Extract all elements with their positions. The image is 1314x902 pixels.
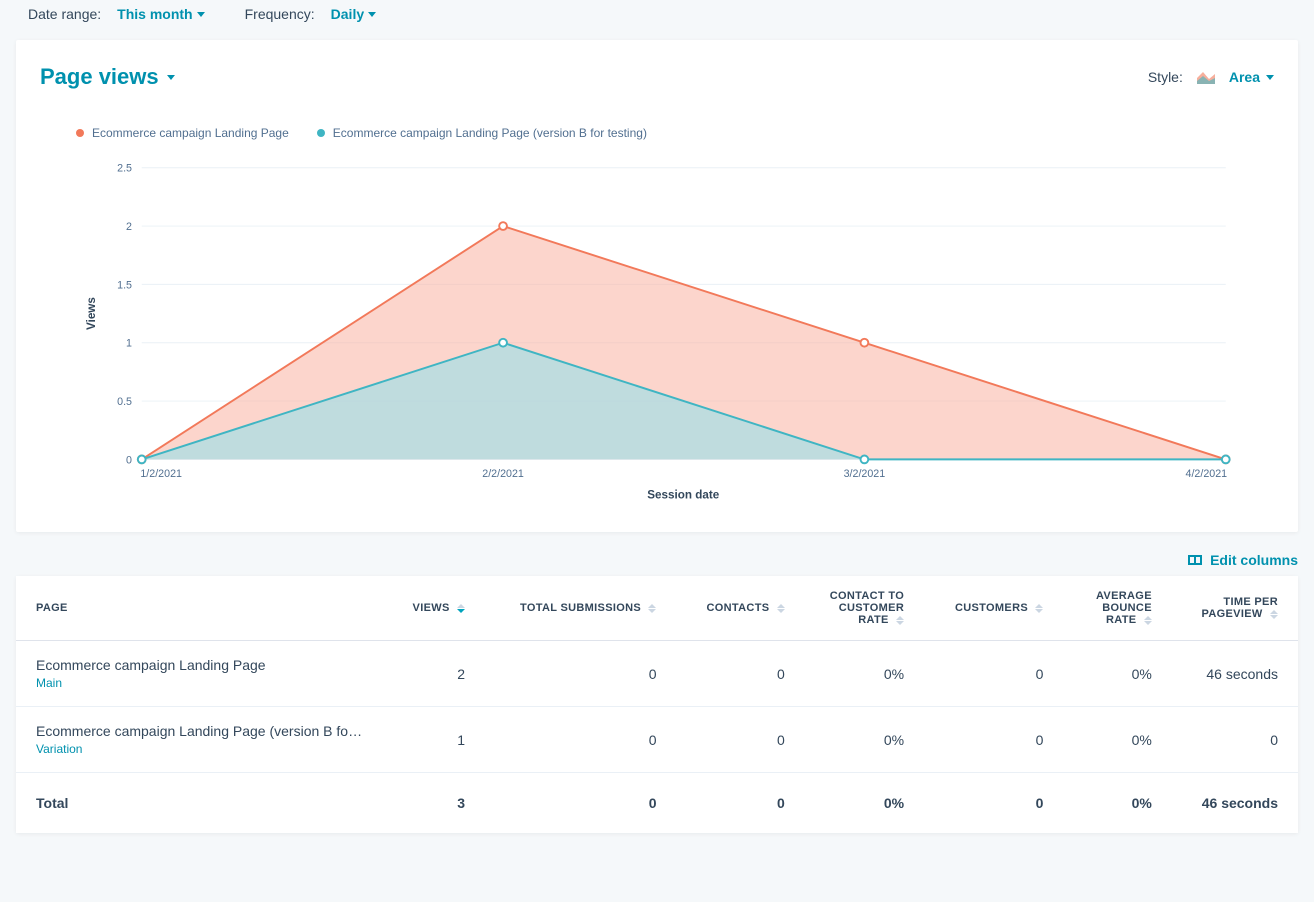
style-label: Style: [1148, 69, 1183, 85]
y-tick: 1 [126, 338, 132, 350]
style-value-text: Area [1229, 69, 1260, 85]
chevron-down-icon [167, 75, 175, 80]
chart-point[interactable] [499, 339, 507, 347]
y-tick: 2.5 [117, 163, 132, 175]
legend-dot-icon [76, 129, 84, 137]
total-time-per-pageview: 46 seconds [1172, 773, 1298, 834]
col-total-submissions[interactable]: TOTAL SUBMISSIONS [485, 576, 676, 641]
legend-label-b: Ecommerce campaign Landing Page (version… [333, 126, 647, 140]
cell-customers: 0 [924, 707, 1063, 773]
edit-columns-label: Edit columns [1210, 552, 1298, 568]
results-table: PAGE VIEWS TOTAL SUBMISSIONS CONTACTS CO… [16, 576, 1298, 833]
frequency-dropdown[interactable]: Daily [331, 6, 376, 22]
frequency-value: Daily [331, 6, 364, 22]
sort-icon [648, 604, 656, 613]
chevron-down-icon [368, 12, 376, 17]
x-tick: 4/2/2021 [1186, 468, 1228, 480]
sort-icon [1144, 616, 1152, 625]
cell-contact-to-customer-rate: 0% [805, 641, 924, 707]
sort-icon [1035, 604, 1043, 613]
cell-views: 2 [385, 641, 485, 707]
date-range-dropdown[interactable]: This month [117, 6, 204, 22]
col-contacts[interactable]: CONTACTS [676, 576, 804, 641]
legend-dot-icon [317, 129, 325, 137]
chart-card: Page views Style: Area Ecommerce campaig… [16, 40, 1298, 532]
col-time-per-pageview[interactable]: TIME PER PAGEVIEW [1172, 576, 1298, 641]
card-title-text: Page views [40, 64, 159, 90]
y-tick: 0 [126, 454, 132, 466]
filter-bar: Date range: This month Frequency: Daily [16, 0, 1298, 40]
chevron-down-icon [1266, 75, 1274, 80]
cell-avg-bounce-rate: 0% [1063, 641, 1171, 707]
total-contact-to-customer-rate: 0% [805, 773, 924, 834]
chart-style-control: Style: Area [1148, 69, 1274, 85]
x-tick: 3/2/2021 [844, 468, 886, 480]
cell-time-per-pageview: 0 [1172, 707, 1298, 773]
frequency-filter: Frequency: Daily [245, 6, 377, 22]
x-tick: 1/2/2021 [140, 468, 182, 480]
edit-columns-row: Edit columns [16, 552, 1298, 568]
page-name: Ecommerce campaign Landing Page (version… [36, 723, 365, 739]
page-sub-link[interactable]: Variation [36, 742, 365, 756]
chart-svg: 0 0.5 1 1.5 2 2.5 Views 1/2 [40, 158, 1274, 508]
cell-time-per-pageview: 46 seconds [1172, 641, 1298, 707]
x-axis-title: Session date [647, 488, 719, 501]
cell-customers: 0 [924, 641, 1063, 707]
cell-contacts: 0 [676, 641, 804, 707]
legend-item-b[interactable]: Ecommerce campaign Landing Page (version… [317, 126, 647, 140]
card-header: Page views Style: Area [40, 64, 1274, 90]
chart-point[interactable] [499, 222, 507, 230]
total-total-submissions: 0 [485, 773, 676, 834]
cell-contacts: 0 [676, 707, 804, 773]
legend-label-a: Ecommerce campaign Landing Page [92, 126, 289, 140]
y-tick: 0.5 [117, 396, 132, 408]
y-tick: 1.5 [117, 279, 132, 291]
total-views: 3 [385, 773, 485, 834]
chevron-down-icon [197, 12, 205, 17]
date-range-value: This month [117, 6, 192, 22]
col-page[interactable]: PAGE [16, 576, 385, 641]
cell-total-submissions: 0 [485, 707, 676, 773]
edit-columns-button[interactable]: Edit columns [1188, 552, 1298, 568]
sort-icon [777, 604, 785, 613]
col-views[interactable]: VIEWS [385, 576, 485, 641]
table-row[interactable]: Ecommerce campaign Landing Page (version… [16, 707, 1298, 773]
sort-icon [457, 604, 465, 613]
chart-point[interactable] [138, 456, 146, 464]
sort-icon [896, 616, 904, 625]
table-header-row: PAGE VIEWS TOTAL SUBMISSIONS CONTACTS CO… [16, 576, 1298, 641]
cell-contact-to-customer-rate: 0% [805, 707, 924, 773]
col-customers[interactable]: CUSTOMERS [924, 576, 1063, 641]
cell-avg-bounce-rate: 0% [1063, 707, 1171, 773]
y-tick: 2 [126, 221, 132, 233]
columns-icon [1188, 555, 1202, 565]
x-tick: 2/2/2021 [482, 468, 524, 480]
total-contacts: 0 [676, 773, 804, 834]
area-chart-icon [1197, 70, 1215, 84]
table-total-row: Total 3 0 0 0% 0 0% 46 seconds [16, 773, 1298, 834]
date-range-filter: Date range: This month [28, 6, 205, 22]
legend-item-a[interactable]: Ecommerce campaign Landing Page [76, 126, 289, 140]
date-range-label: Date range: [28, 6, 101, 22]
col-contact-to-customer-rate[interactable]: CONTACT TO CUSTOMER RATE [805, 576, 924, 641]
chart-area: Ecommerce campaign Landing Page Ecommerc… [40, 126, 1274, 508]
chart-point[interactable] [861, 339, 869, 347]
cell-views: 1 [385, 707, 485, 773]
page-name: Ecommerce campaign Landing Page [36, 657, 365, 673]
y-axis-title: Views [85, 297, 98, 330]
chart-point[interactable] [861, 456, 869, 464]
table-row[interactable]: Ecommerce campaign Landing Page Main 2 0… [16, 641, 1298, 707]
chart-point[interactable] [1222, 456, 1230, 464]
metric-dropdown[interactable]: Page views [40, 64, 175, 90]
total-label: Total [16, 773, 385, 834]
frequency-label: Frequency: [245, 6, 315, 22]
style-dropdown[interactable]: Area [1229, 69, 1274, 85]
sort-icon [1270, 610, 1278, 619]
cell-total-submissions: 0 [485, 641, 676, 707]
total-avg-bounce-rate: 0% [1063, 773, 1171, 834]
chart-legend: Ecommerce campaign Landing Page Ecommerc… [40, 126, 1274, 140]
total-customers: 0 [924, 773, 1063, 834]
page-sub-link[interactable]: Main [36, 676, 365, 690]
col-avg-bounce-rate[interactable]: AVERAGE BOUNCE RATE [1063, 576, 1171, 641]
